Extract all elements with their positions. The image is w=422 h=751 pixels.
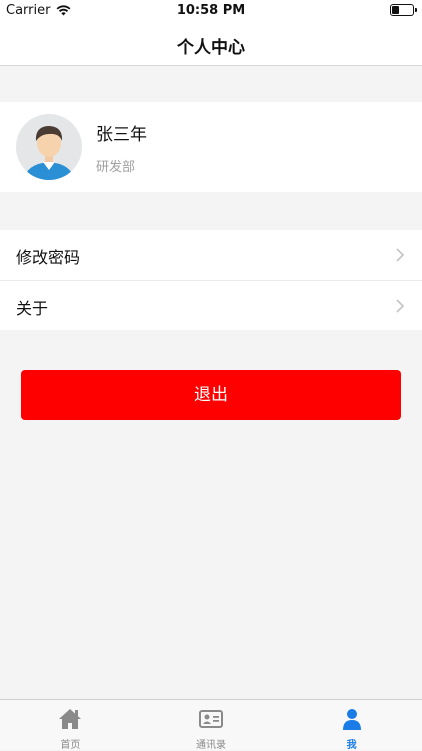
page-title: 个人中心 [177, 38, 245, 58]
status-bar: Carrier 10:58 PM [0, 0, 422, 22]
home-icon [59, 709, 82, 729]
tab-contacts[interactable]: 通讯录 [141, 700, 282, 751]
tab-bar: 首页 通讯录 我 [0, 699, 422, 751]
battery-icon [390, 4, 417, 16]
change-password-item[interactable]: 修改密码 [0, 230, 422, 280]
status-right [390, 4, 417, 16]
chevron-right-icon [396, 299, 404, 313]
navigation-bar: 个人中心 [0, 22, 422, 66]
profile-card[interactable]: 张三年 研发部 [0, 102, 422, 192]
menu-list: 修改密码 关于 [0, 230, 422, 330]
person-icon [342, 709, 361, 730]
tab-label: 通讯录 [196, 740, 226, 751]
menu-item-label: 修改密码 [16, 248, 81, 267]
menu-item-label: 关于 [16, 299, 49, 318]
tab-label: 我 [346, 740, 357, 751]
about-item[interactable]: 关于 [0, 280, 422, 330]
status-time: 10:58 PM [176, 3, 246, 18]
tab-label: 首页 [60, 740, 81, 751]
tab-home[interactable]: 首页 [0, 700, 141, 751]
tab-me[interactable]: 我 [281, 700, 422, 751]
contacts-icon [199, 710, 223, 728]
profile-department: 研发部 [96, 160, 136, 175]
logout-button[interactable]: 退出 [21, 370, 401, 420]
chevron-right-icon [396, 248, 404, 262]
profile-name: 张三年 [96, 125, 147, 145]
avatar [16, 114, 82, 180]
